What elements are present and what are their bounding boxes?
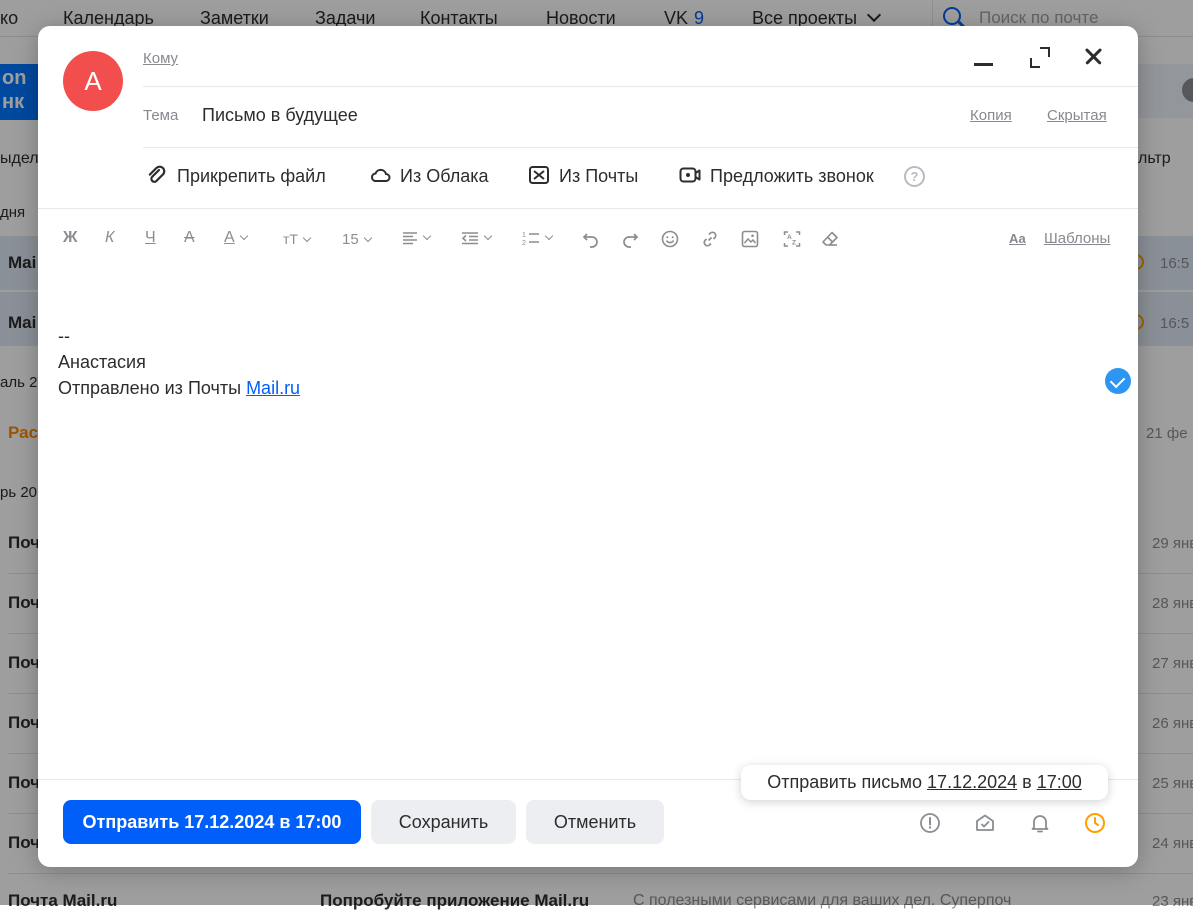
- chevron-down-icon: [483, 231, 493, 241]
- help-icon[interactable]: ?: [904, 166, 925, 187]
- eraser-icon[interactable]: [821, 230, 839, 248]
- reminder-bell-icon[interactable]: [1029, 812, 1051, 834]
- cc-link[interactable]: Копия: [970, 107, 1012, 124]
- attach-file-button[interactable]: Прикрепить файл: [145, 164, 326, 188]
- indent-button[interactable]: [461, 229, 493, 251]
- save-button[interactable]: Сохранить: [371, 800, 516, 844]
- schedule-prefix: Отправить письмо: [767, 772, 928, 792]
- expand-icon[interactable]: [1026, 44, 1052, 70]
- redo-icon[interactable]: [621, 230, 639, 248]
- schedule-tooltip: Отправить письмо 17.12.2024 в 17:00: [741, 765, 1108, 800]
- mailru-link[interactable]: Mail.ru: [246, 378, 300, 398]
- font-size-select[interactable]: 15: [342, 231, 372, 253]
- read-receipt-icon[interactable]: [974, 812, 996, 834]
- chevron-down-icon: [422, 231, 432, 241]
- video-call-icon: [678, 164, 702, 186]
- chevron-down-icon: [239, 231, 248, 241]
- to-field-label[interactable]: Кому: [143, 50, 178, 67]
- font-color-glyph: А: [224, 229, 235, 246]
- svg-text:1: 1: [522, 232, 526, 239]
- attach-file-label: Прикрепить файл: [177, 166, 326, 186]
- sent-from-text: Отправлено из Почты: [58, 378, 247, 398]
- indent-icon: [461, 231, 478, 245]
- signature-separator: --: [58, 326, 70, 346]
- font-style-button[interactable]: тТ: [283, 231, 312, 253]
- send-button[interactable]: Отправить 17.12.2024 в 17:00: [63, 800, 361, 844]
- divider: [143, 147, 1138, 148]
- schedule-date[interactable]: 17.12.2024: [927, 772, 1017, 792]
- bold-button[interactable]: Ж: [63, 229, 77, 251]
- avatar: А: [63, 51, 123, 111]
- svg-text:Z: Z: [792, 240, 796, 247]
- image-icon[interactable]: [741, 230, 759, 248]
- underline-button[interactable]: Ч: [145, 229, 156, 251]
- align-button[interactable]: [402, 229, 432, 251]
- subject-label: Тема: [143, 107, 179, 124]
- message-body[interactable]: -- Анастасия Отправлено из Почты Mail.ru: [58, 323, 300, 401]
- chevron-down-icon: [544, 231, 554, 241]
- emoji-icon[interactable]: [661, 230, 679, 248]
- translate-icon[interactable]: AZ: [783, 230, 801, 248]
- paperclip-icon: [145, 164, 169, 186]
- schedule-time[interactable]: 17:00: [1037, 772, 1082, 792]
- signature-name: Анастасия: [58, 352, 146, 372]
- align-left-icon: [403, 231, 417, 245]
- schedule-middle: в: [1017, 772, 1037, 792]
- templates-icon[interactable]: Аа: [1009, 231, 1026, 246]
- suggest-call-button[interactable]: Предложить звонок: [678, 166, 874, 188]
- templates-link[interactable]: Шаблоны: [1044, 230, 1110, 247]
- compose-dialog: А Кому Тема Письмо в будущее Копия Скрыт…: [38, 26, 1138, 867]
- bcc-link[interactable]: Скрытая: [1047, 107, 1107, 124]
- minimize-icon[interactable]: [971, 44, 997, 70]
- strikethrough-button[interactable]: А: [184, 229, 195, 251]
- attach-from-mail-button[interactable]: Из Почты: [527, 166, 638, 188]
- chevron-down-icon: [302, 233, 312, 243]
- suggest-call-label: Предложить звонок: [710, 166, 874, 186]
- svg-text:2: 2: [522, 240, 526, 246]
- link-icon[interactable]: [701, 230, 719, 248]
- close-icon[interactable]: [1081, 44, 1107, 70]
- spellcheck-icon[interactable]: [1105, 368, 1131, 394]
- italic-button[interactable]: К: [105, 229, 114, 251]
- importance-icon[interactable]: [919, 812, 941, 834]
- divider: [143, 86, 1138, 87]
- numbered-list-icon: 12: [522, 232, 539, 247]
- cloud-icon: [368, 164, 392, 186]
- font-color-button[interactable]: А: [224, 229, 248, 251]
- divider: [38, 208, 1138, 209]
- list-button[interactable]: 12: [522, 229, 554, 251]
- attach-cloud-button[interactable]: Из Облака: [368, 166, 489, 188]
- font-size-value: 15: [342, 231, 359, 248]
- scheduled-send-clock-icon[interactable]: [1084, 812, 1106, 834]
- signature-sent-from: Отправлено из Почты Mail.ru: [58, 375, 300, 401]
- attach-cloud-label: Из Облака: [400, 166, 489, 186]
- chevron-down-icon: [363, 233, 372, 243]
- undo-icon[interactable]: [582, 230, 600, 248]
- attach-from-mail-label: Из Почты: [559, 166, 639, 186]
- mail-icon: [527, 164, 551, 186]
- font-size-glyph: тТ: [283, 231, 298, 247]
- subject-input[interactable]: Письмо в будущее: [202, 105, 358, 126]
- cancel-button[interactable]: Отменить: [526, 800, 664, 844]
